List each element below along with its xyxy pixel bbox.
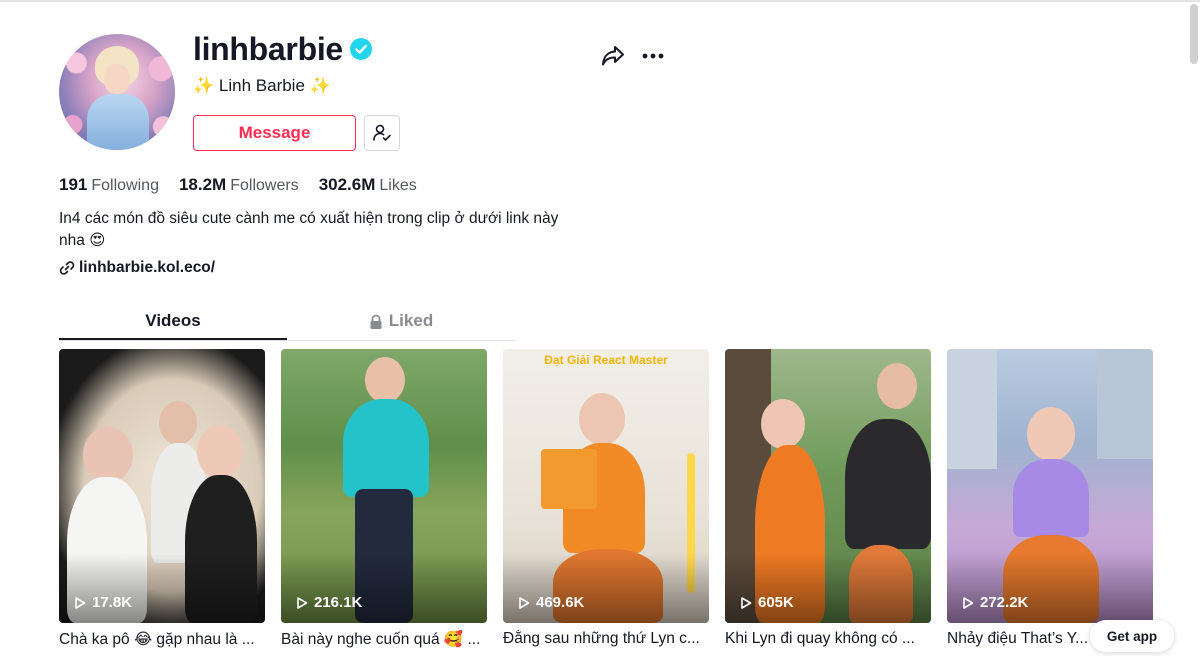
view-count-text: 272.2K: [980, 594, 1029, 611]
stat-following[interactable]: 191 Following: [59, 175, 159, 195]
person-head: [579, 393, 625, 445]
view-count: 605K: [739, 594, 794, 611]
profile-username: linhbarbie: [193, 31, 343, 67]
video-thumbnail[interactable]: 605K: [725, 349, 931, 623]
view-count: 469.6K: [517, 594, 584, 611]
stat-followers[interactable]: 18.2M Followers: [179, 175, 299, 195]
link-icon: [59, 261, 75, 275]
avatar-dress: [87, 94, 149, 150]
person-head: [159, 401, 197, 445]
followers-label: Followers: [230, 177, 299, 194]
thumb-shade: [725, 553, 931, 623]
avatar[interactable]: [59, 34, 175, 150]
likes-count: 302.6M: [318, 175, 376, 194]
profile-nickname: ✨ Linh Barbie ✨: [193, 76, 331, 96]
avatar-face: [104, 64, 130, 94]
video-card[interactable]: Đạt Giải React Master 469.6K Đằng sau nh…: [503, 349, 709, 649]
video-caption[interactable]: Khi Lyn đi quay không có ...: [725, 630, 931, 648]
video-caption[interactable]: Chà ka pô 😂 gặp nhau là ...: [59, 630, 265, 649]
view-count-text: 216.1K: [314, 594, 363, 611]
thumb-shade: [947, 553, 1153, 623]
person-body: [845, 419, 931, 549]
tab-videos[interactable]: Videos: [59, 306, 287, 340]
video-thumbnail[interactable]: 272.2K: [947, 349, 1153, 623]
video-card[interactable]: 216.1K Bài này nghe cuốn quá 🥰 ...: [281, 349, 487, 649]
message-button[interactable]: Message: [193, 115, 356, 151]
award-trophy: [541, 449, 597, 509]
following-count: 191: [59, 175, 88, 194]
lock-icon: [370, 314, 382, 329]
sparkle-icon: ✨: [309, 76, 331, 95]
video-card[interactable]: 605K Khi Lyn đi quay không có ...: [725, 349, 931, 649]
bio-line: In4 các món đồ siêu cute cành me có xuất…: [59, 210, 559, 227]
view-count: 17.8K: [73, 594, 132, 611]
more-options-icon[interactable]: [640, 44, 666, 68]
building: [1097, 349, 1153, 459]
building: [947, 349, 997, 469]
person-body: [343, 399, 429, 497]
profile-stats: 191 Following 18.2M Followers 302.6M Likes: [59, 175, 417, 195]
play-icon: [963, 596, 974, 609]
share-icon[interactable]: [600, 43, 626, 69]
video-card[interactable]: 272.2K Nhảy điệu That’s Y...: [947, 349, 1153, 649]
user-check-icon: [373, 124, 391, 141]
verified-badge-icon: [350, 38, 372, 60]
nickname-text: Linh Barbie: [218, 76, 305, 95]
play-icon: [75, 596, 86, 609]
person-head: [877, 363, 917, 409]
view-count-text: 605K: [758, 594, 794, 611]
follow-status-button[interactable]: [364, 115, 400, 151]
view-count: 272.2K: [961, 594, 1028, 611]
play-icon: [297, 596, 308, 609]
person-head: [761, 399, 805, 449]
profile-tabs: Videos Liked: [59, 306, 515, 341]
tab-liked-label: Liked: [388, 311, 434, 330]
video-thumbnail[interactable]: Đạt Giải React Master 469.6K: [503, 349, 709, 623]
person-head: [197, 425, 243, 479]
link-text: linhbarbie.kol.eco/: [79, 259, 216, 276]
view-count: 216.1K: [295, 594, 362, 611]
thumb-shade: [59, 553, 265, 623]
thumb-shade: [281, 553, 487, 623]
view-count-text: 469.6K: [536, 594, 585, 611]
overlay-title: Đạt Giải React Master: [544, 353, 668, 367]
person-head: [1027, 407, 1075, 461]
scrollbar[interactable]: [1190, 4, 1198, 64]
video-thumbnail[interactable]: 17.8K: [59, 349, 265, 623]
stat-likes: 302.6M Likes: [319, 175, 417, 195]
bio-line: nha 😍: [59, 232, 106, 249]
get-app-button[interactable]: Get app: [1090, 620, 1174, 652]
play-icon: [741, 596, 752, 609]
profile-bio: In4 các món đồ siêu cute cành me có xuất…: [59, 208, 579, 252]
sparkle-icon: ✨: [193, 76, 215, 95]
video-caption[interactable]: Đằng sau những thứ Lyn c...: [503, 630, 709, 648]
top-divider: [0, 0, 1200, 2]
person-head: [365, 357, 405, 403]
video-thumbnail[interactable]: 216.1K: [281, 349, 487, 623]
person-head: [83, 427, 133, 483]
person-body: [1013, 459, 1089, 537]
followers-count: 18.2M: [178, 175, 227, 194]
likes-label: Likes: [379, 177, 417, 194]
tab-liked[interactable]: Liked: [287, 306, 515, 340]
following-label: Following: [91, 177, 159, 194]
video-card[interactable]: 17.8K Chà ka pô 😂 gặp nhau là ...: [59, 349, 265, 649]
video-grid: 17.8K Chà ka pô 😂 gặp nhau là ... 216.1K…: [59, 349, 1153, 649]
video-caption[interactable]: Bài này nghe cuốn quá 🥰 ...: [281, 630, 487, 649]
thumb-shade: [503, 553, 709, 623]
profile-link[interactable]: linhbarbie.kol.eco/: [59, 259, 215, 277]
play-icon: [519, 596, 530, 609]
view-count-text: 17.8K: [92, 594, 133, 611]
